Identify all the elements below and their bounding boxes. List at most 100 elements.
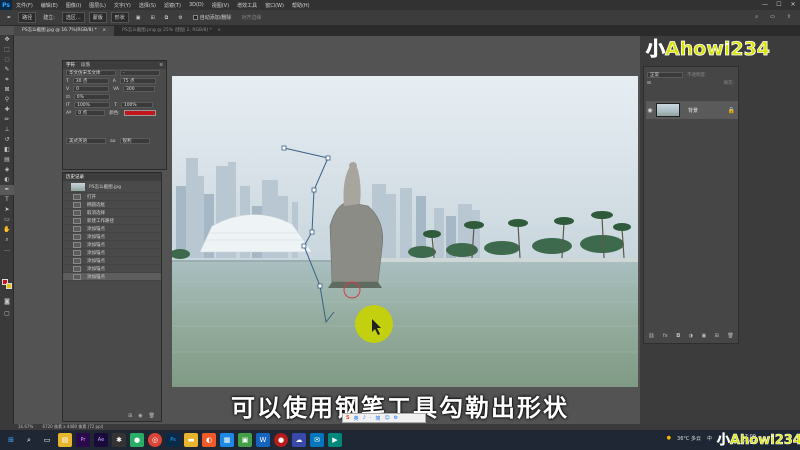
folder-icon[interactable]: ▬: [184, 433, 198, 447]
healing-tool-icon[interactable]: ✚: [0, 105, 14, 115]
menu-layer[interactable]: 图层(L): [85, 2, 110, 9]
menu-edit[interactable]: 编辑(E): [37, 2, 62, 9]
tab-document-2[interactable]: PS怎么截图.png @ 25% (图层 2, RGB/8) * ×: [114, 26, 229, 36]
search-icon[interactable]: ⌕: [752, 13, 761, 21]
history-snapshot[interactable]: PS怎么截图.jpg: [63, 181, 161, 193]
app-orange-icon[interactable]: ◐: [202, 433, 216, 447]
menu-type[interactable]: 文字(Y): [110, 2, 135, 9]
delete-layer-icon[interactable]: 🗑: [727, 333, 733, 341]
type-tool-icon[interactable]: T: [0, 195, 14, 205]
language-select[interactable]: 美式英语: [66, 138, 106, 144]
font-size-field[interactable]: 30 点: [72, 78, 109, 84]
blend-mode-select[interactable]: 正常: [647, 72, 683, 78]
lock-icon[interactable]: 🔒: [728, 107, 735, 114]
antialias-select[interactable]: 锐利: [119, 138, 150, 144]
menu-help[interactable]: 帮助(H): [288, 2, 314, 9]
crop-tool-icon[interactable]: ⌗: [0, 75, 14, 85]
ime-settings-icon[interactable]: ⚙: [394, 415, 398, 421]
leading-field[interactable]: 75 点: [119, 78, 156, 84]
menu-3d[interactable]: 3D(D): [185, 2, 208, 8]
history-item[interactable]: 添加锚点: [63, 265, 161, 273]
input-language[interactable]: 中: [707, 435, 712, 442]
workspace-icon[interactable]: ▭: [767, 13, 778, 21]
ime-emoji-icon[interactable]: ☺: [384, 415, 389, 421]
app-blue-icon[interactable]: ▦: [220, 433, 234, 447]
eye-icon[interactable]: ◉: [646, 107, 654, 114]
after-effects-icon[interactable]: Ae: [94, 433, 108, 447]
close-window-button[interactable]: ✕: [786, 0, 800, 10]
baseline-field[interactable]: 0 点: [75, 110, 106, 116]
menu-image[interactable]: 图像(I): [62, 2, 85, 9]
windows-start-icon[interactable]: ⊞: [4, 433, 18, 447]
more-tools-icon[interactable]: …: [0, 245, 14, 255]
close-icon[interactable]: ×: [102, 28, 106, 33]
stamp-tool-icon[interactable]: ⊥: [0, 125, 14, 135]
move-tool-icon[interactable]: ✥: [0, 35, 14, 45]
history-item[interactable]: 添加锚点: [63, 257, 161, 265]
new-group-icon[interactable]: ▣: [701, 333, 706, 341]
quick-mask-icon[interactable]: ◙: [0, 297, 14, 307]
chrome-icon[interactable]: ◎: [148, 433, 162, 447]
history-item[interactable]: 新建工作路径: [63, 217, 161, 225]
zoom-tool-icon[interactable]: ⌕: [0, 235, 14, 245]
fx-icon[interactable]: fx: [663, 333, 668, 341]
link-layers-icon[interactable]: ⛓: [648, 333, 654, 341]
adjustment-layer-icon[interactable]: ◑: [689, 333, 693, 341]
menu-view[interactable]: 视图(V): [208, 2, 233, 9]
history-item[interactable]: 打开: [63, 193, 161, 201]
settings-gear-icon[interactable]: ⚙: [175, 14, 185, 22]
lasso-tool-icon[interactable]: ◌: [0, 55, 14, 65]
minimize-button[interactable]: —: [758, 0, 772, 10]
ime-punct[interactable]: ·: [370, 415, 372, 421]
ime-toolbar[interactable]: S 英 ♪ · 简 ☺ ⚙: [342, 413, 426, 423]
history-item-current[interactable]: 添加锚点: [63, 273, 161, 281]
blur-tool-icon[interactable]: ◈: [0, 165, 14, 175]
screen-mode-icon[interactable]: ▢: [0, 309, 14, 319]
kerning-field[interactable]: 0: [73, 86, 110, 92]
app-word-icon[interactable]: W: [256, 433, 270, 447]
ime-lang[interactable]: 英: [354, 415, 359, 422]
ime-simplified[interactable]: 简: [375, 415, 380, 422]
zoom-level[interactable]: 16.67%: [18, 424, 33, 429]
lock-options-icon[interactable]: ⊟: [647, 81, 651, 86]
auto-add-delete-checkbox[interactable]: 自动添加/删除: [190, 13, 235, 22]
menu-filter[interactable]: 滤镜(T): [160, 2, 185, 9]
share-icon[interactable]: ⇪: [784, 13, 794, 21]
path-align-icon[interactable]: ⊞: [147, 14, 157, 22]
font-style-select[interactable]: -: [120, 70, 160, 76]
gradient-tool-icon[interactable]: ▤: [0, 155, 14, 165]
add-mask-icon[interactable]: ◘: [676, 333, 680, 341]
frame-tool-icon[interactable]: ⊠: [0, 85, 14, 95]
history-item[interactable]: 添加锚点: [63, 241, 161, 249]
xmind-icon[interactable]: ✱: [112, 433, 126, 447]
ime-voice-icon[interactable]: ♪: [363, 415, 366, 421]
history-item[interactable]: 椭圆选框: [63, 201, 161, 209]
new-layer-icon[interactable]: ⊞: [715, 333, 719, 341]
app-green-icon[interactable]: ▣: [238, 433, 252, 447]
layer-row-background[interactable]: ◉ 背景 🔒: [646, 101, 738, 119]
wechat-icon[interactable]: ●: [130, 433, 144, 447]
history-item[interactable]: 添加锚点: [63, 249, 161, 257]
tab-document-1[interactable]: PS怎么截图.jpg @ 16.7%(RGB/8) * ×: [14, 26, 115, 36]
maximize-button[interactable]: ☐: [772, 0, 786, 10]
eraser-tool-icon[interactable]: ◧: [0, 145, 14, 155]
tool-mode-select[interactable]: 路径: [18, 12, 37, 23]
app-video-icon[interactable]: ▶: [328, 433, 342, 447]
path-arrange-icon[interactable]: ⧉: [162, 14, 172, 22]
shape-tool-icon[interactable]: ▭: [0, 215, 14, 225]
brush-tool-icon[interactable]: ✏: [0, 115, 14, 125]
horizontal-scale-field[interactable]: 100%: [120, 102, 153, 108]
quick-select-tool-icon[interactable]: ✎: [0, 65, 14, 75]
history-brush-icon[interactable]: ↺: [0, 135, 14, 145]
app-cloud-icon[interactable]: ☁: [292, 433, 306, 447]
menu-plugins[interactable]: 增效工具: [233, 2, 261, 9]
tab-paragraph[interactable]: 段落: [81, 62, 90, 68]
text-color-swatch[interactable]: [123, 110, 156, 116]
menu-file[interactable]: 文件(F): [12, 2, 37, 9]
history-item[interactable]: 取消选择: [63, 209, 161, 217]
photoshop-taskbar-icon[interactable]: Ps: [166, 433, 180, 447]
history-item[interactable]: 添加锚点: [63, 225, 161, 233]
close-icon[interactable]: ×: [217, 28, 221, 33]
align-edges-label[interactable]: 对齐边缘: [238, 13, 264, 22]
tracking-field[interactable]: 300: [122, 86, 155, 92]
